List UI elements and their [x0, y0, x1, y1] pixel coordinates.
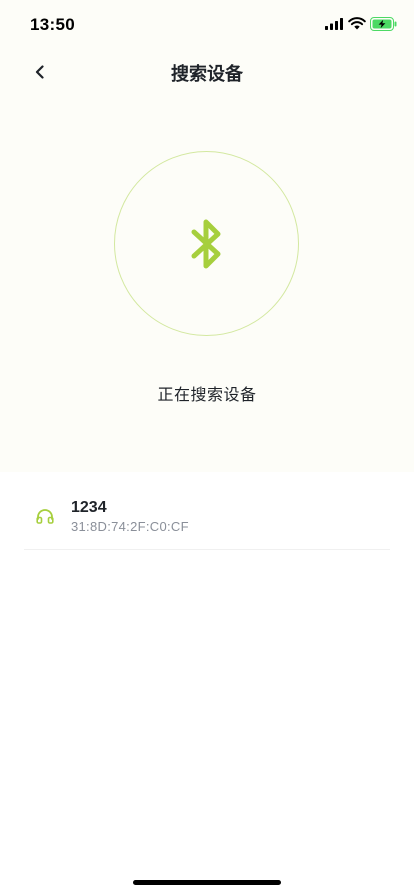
scan-status-text: 正在搜索设备	[157, 385, 257, 404]
signal-icon	[325, 18, 343, 30]
wifi-icon	[348, 17, 366, 30]
headphones-icon	[36, 509, 54, 524]
status-time: 13:50	[30, 15, 75, 34]
nav-bar: 搜索设备	[0, 48, 414, 96]
device-name: 1234	[71, 499, 107, 516]
home-indicator[interactable]	[133, 880, 281, 885]
battery-charging-icon	[370, 17, 397, 31]
back-button[interactable]	[24, 56, 56, 88]
page-title: 搜索设备	[171, 64, 243, 85]
bluetooth-icon	[191, 219, 220, 268]
status-bar: 13:50	[0, 0, 414, 48]
chevron-left-icon	[35, 65, 44, 79]
device-list: 1234 31:8D:74:2F:C0:CF	[0, 486, 414, 550]
scan-circle	[114, 151, 299, 336]
device-item[interactable]: 1234 31:8D:74:2F:C0:CF	[24, 486, 390, 550]
screen: 13:50 搜索设备 正在搜索设备 1234 31:8D:74:2F:C0:CF	[0, 0, 414, 896]
device-mac-address: 31:8D:74:2F:C0:CF	[71, 519, 189, 534]
